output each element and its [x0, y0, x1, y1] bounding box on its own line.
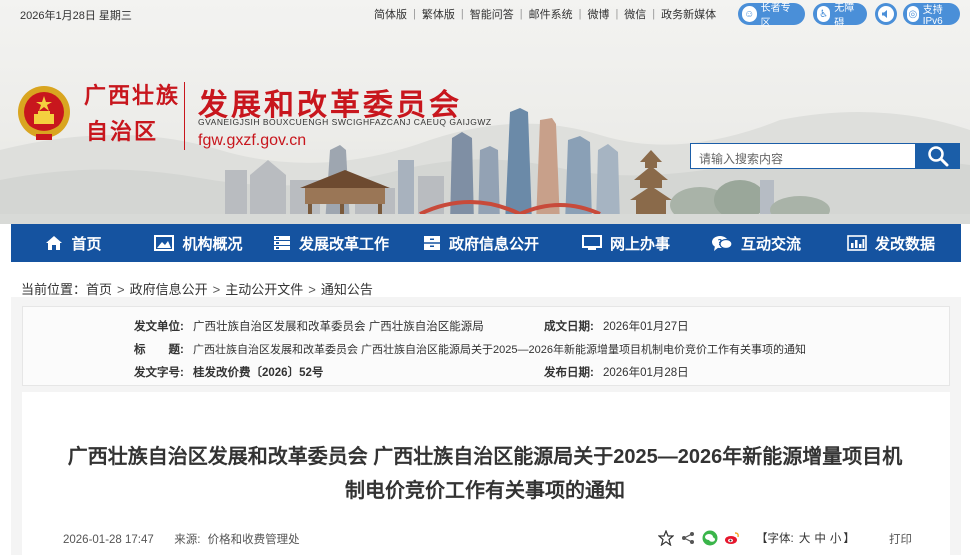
nav-org-overview[interactable]: 机构概况 — [136, 224, 261, 262]
search-icon — [928, 146, 949, 167]
issuer-value: 广西壮族自治区发展和改革委员会 广西壮族自治区能源局 — [193, 321, 484, 333]
wechat-icon[interactable] — [702, 530, 718, 546]
region-name-line2: 自治区 — [86, 119, 159, 145]
accessibility-button[interactable]: ♿ 无障碍 — [813, 3, 867, 29]
accessibility-icon: ♿ — [817, 6, 831, 22]
article-source-label: 来源: — [174, 534, 201, 546]
ipv6-label: 支持IPv6 — [922, 5, 943, 27]
font-size-large[interactable]: 大 — [797, 533, 813, 545]
bar-chart-icon — [847, 235, 867, 251]
print-button[interactable]: 打印 — [889, 531, 912, 547]
doc-number-label: 发文字号: — [134, 367, 184, 379]
article-tools: 【字体: 大中小】 — [658, 528, 855, 548]
monitor-icon — [581, 235, 602, 251]
nav-gov-info-label: 政府信息公开 — [448, 235, 539, 253]
favorite-star-icon[interactable] — [658, 530, 674, 546]
breadcrumb-notices[interactable]: 通知公告 — [321, 282, 373, 297]
chat-icon: ? — [711, 234, 733, 252]
font-size-small[interactable]: 小 — [828, 533, 844, 545]
nav-reform-work[interactable]: 发展改革工作 — [261, 224, 401, 262]
link-wechat[interactable]: 微信 — [618, 6, 652, 22]
breadcrumb-home[interactable]: 首页 — [86, 282, 112, 297]
share-icon[interactable] — [680, 530, 696, 546]
written-date-label: 成文日期: — [544, 321, 594, 333]
top-utility-bar: 2026年1月28日 星期三 简体版 | 繁体版 | 智能问答 | 邮件系统 | 微博 |… — [0, 0, 970, 29]
nav-online-service-label: 网上办事 — [609, 235, 670, 253]
link-weibo[interactable]: 微博 — [581, 6, 615, 22]
font-size-control: 【字体: 大中小】 — [756, 530, 855, 546]
region-name-line1: 广西壮族 — [84, 83, 181, 109]
elder-icon: ☺ — [742, 6, 757, 22]
link-new-media[interactable]: 政务新媒体 — [655, 6, 722, 22]
current-date: 2026年1月28日 星期三 — [20, 10, 132, 22]
nav-data-label: 发改数据 — [874, 235, 935, 253]
tts-button[interactable] — [875, 3, 897, 25]
link-smart-qa[interactable]: 智能问答 — [464, 6, 520, 22]
elder-zone-label: 长者专区 — [760, 3, 791, 29]
site-domain: fgw.gxzf.gov.cn — [198, 132, 307, 149]
breadcrumb: 当前位置：首页 > 政府信息公开 > 主动公开文件 > 通知公告 — [21, 279, 373, 298]
breadcrumb-public-docs[interactable]: 主动公开文件 — [225, 282, 303, 297]
font-size-prefix: 【字体: — [756, 533, 794, 545]
weibo-icon[interactable] — [724, 530, 740, 546]
national-emblem-icon — [18, 86, 70, 140]
title-label: 标 题: — [134, 344, 184, 356]
cabinet-icon — [423, 235, 441, 251]
svg-text:?: ? — [718, 238, 723, 247]
breadcrumb-prefix: 当前位置： — [21, 282, 87, 297]
nav-org-overview-label: 机构概况 — [182, 235, 243, 253]
written-date-value: 2026年01月27日 — [603, 321, 689, 333]
breadcrumb-gov-info[interactable]: 政府信息公开 — [130, 282, 208, 297]
nav-online-service[interactable]: 网上办事 — [561, 224, 691, 262]
document-meta-table: 发文单位: 广西壮族自治区发展和改革委员会 广西壮族自治区能源局 成文日期: 2… — [22, 306, 950, 386]
nav-data[interactable]: 发改数据 — [821, 224, 961, 262]
logo-divider — [184, 82, 185, 150]
doc-number-value: 桂发改价费〔2026〕52号 — [193, 367, 324, 379]
nav-reform-work-label: 发展改革工作 — [298, 235, 389, 253]
search-input[interactable]: 请输入搜索内容 — [690, 143, 916, 169]
image-icon — [154, 235, 175, 251]
chevron-right-icon: > — [212, 282, 221, 297]
issuer-label: 发文单位: — [134, 321, 184, 333]
article-info: 2026-01-28 17:47 来源: 价格和收费管理处 — [63, 531, 300, 547]
link-traditional[interactable]: 繁体版 — [416, 6, 461, 22]
font-size-suffix: 】 — [843, 533, 855, 545]
publish-date-value: 2026年01月28日 — [603, 367, 689, 379]
search-button[interactable] — [916, 143, 960, 169]
nav-interaction[interactable]: ? 互动交流 — [691, 224, 821, 262]
elder-zone-button[interactable]: ☺ 长者专区 — [738, 3, 805, 29]
link-simplified[interactable]: 简体版 — [368, 6, 413, 22]
agency-name-zhuang: GVANEIGJSIH BOUXCUENGH SWCIGHFAZCANJ CAE… — [198, 117, 492, 127]
accessibility-label: 无障碍 — [834, 3, 855, 29]
article-datetime: 2026-01-28 17:47 — [63, 534, 154, 546]
chevron-right-icon: > — [117, 282, 125, 297]
top-links: 简体版 | 繁体版 | 智能问答 | 邮件系统 | 微博 | 微信 | 政务新媒体 — [368, 6, 722, 22]
nav-home[interactable]: 首页 — [11, 224, 136, 262]
main-nav: 首页 机构概况 发展改革工作 政府信息公开 网上办事 ? 互动交流 发改数据 — [11, 224, 961, 262]
home-icon — [45, 235, 63, 251]
article-title: 广西壮族自治区发展和改革委员会 广西壮族自治区能源局关于2025—2026年新能… — [67, 446, 903, 502]
speaker-icon — [878, 6, 894, 22]
nav-gov-info[interactable]: 政府信息公开 — [401, 224, 561, 262]
article-source: 价格和收费管理处 — [207, 534, 300, 546]
link-mail-system[interactable]: 邮件系统 — [523, 6, 579, 22]
nav-home-label: 首页 — [71, 235, 102, 253]
server-icon — [273, 235, 291, 251]
font-size-medium[interactable]: 中 — [812, 533, 828, 545]
title-value: 广西壮族自治区发展和改革委员会 广西壮族自治区能源局关于2025—2026年新能… — [193, 344, 806, 356]
nav-interaction-label: 互动交流 — [740, 235, 801, 253]
header-banner: 2026年1月28日 星期三 简体版 | 繁体版 | 智能问答 | 邮件系统 | 微博 |… — [0, 0, 970, 224]
ipv6-button[interactable]: ◎ 支持IPv6 — [903, 3, 960, 27]
region-name: 广西壮族 自治区 — [84, 78, 180, 150]
chevron-right-icon: > — [308, 282, 316, 297]
ipv6-icon: ◎ — [907, 6, 919, 22]
publish-date-label: 发布日期: — [544, 367, 594, 379]
